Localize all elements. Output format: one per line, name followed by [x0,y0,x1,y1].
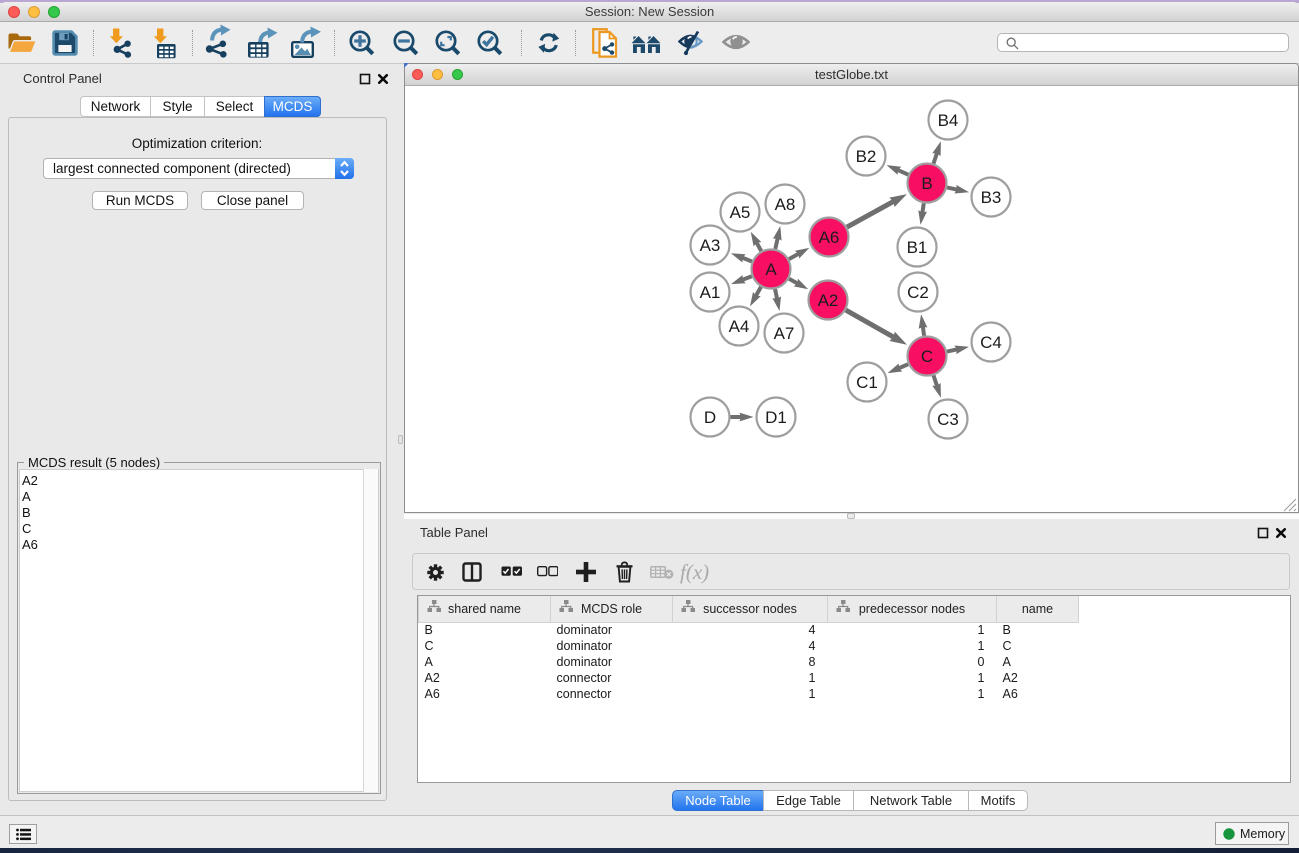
svg-text:D1: D1 [765,408,787,427]
svg-text:A5: A5 [730,203,751,222]
svg-text:C1: C1 [856,373,878,392]
svg-text:C2: C2 [907,283,929,302]
svg-text:B: B [921,174,932,193]
svg-text:B2: B2 [856,147,877,166]
svg-text:C4: C4 [980,333,1002,352]
svg-text:A3: A3 [700,236,721,255]
svg-text:A4: A4 [729,317,750,336]
svg-text:A6: A6 [819,228,840,247]
svg-text:A2: A2 [818,291,839,310]
svg-text:A7: A7 [774,324,795,343]
svg-text:B4: B4 [938,111,959,130]
svg-text:A: A [765,260,777,279]
svg-text:A8: A8 [775,195,796,214]
svg-text:C: C [921,347,933,366]
svg-text:D: D [704,408,716,427]
svg-text:B3: B3 [981,188,1002,207]
svg-text:C3: C3 [937,410,959,429]
svg-text:A1: A1 [700,283,721,302]
svg-text:B1: B1 [907,238,928,257]
